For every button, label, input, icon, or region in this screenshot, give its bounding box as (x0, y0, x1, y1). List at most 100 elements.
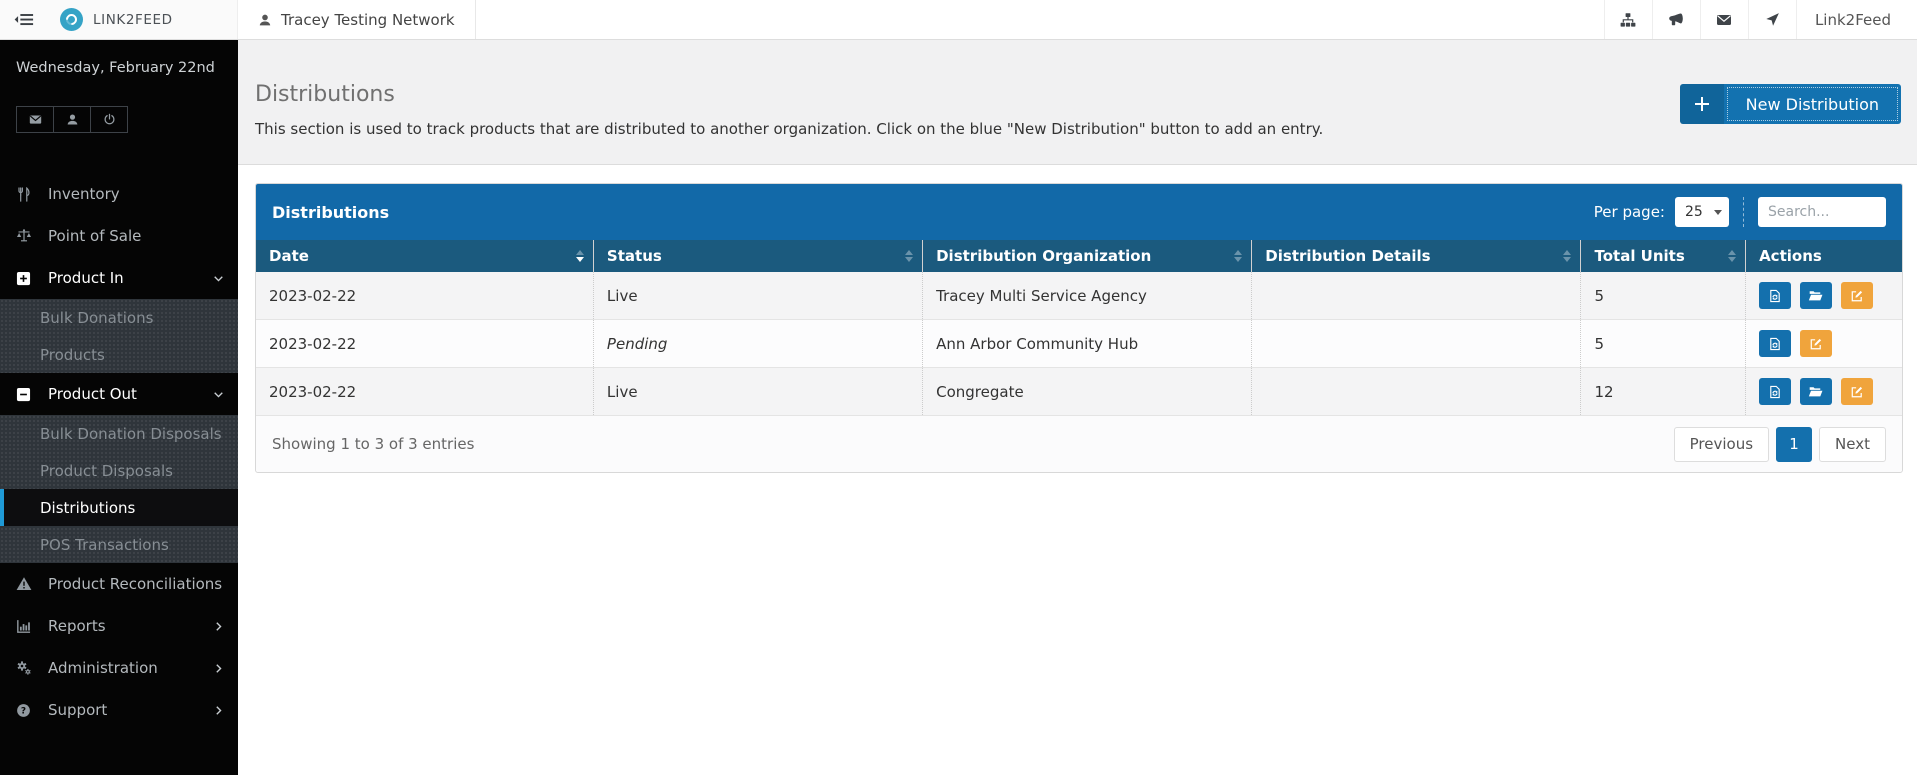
sidebar-item-label: Inventory (48, 185, 120, 203)
sidebar-item-point-of-sale[interactable]: Point of Sale (0, 215, 238, 257)
question-circle-icon: ? (16, 703, 40, 718)
gears-icon (16, 660, 40, 676)
sidebar-item-label: Product In (48, 269, 124, 287)
table-row: 2023-02-22 Pending Ann Arbor Community H… (256, 319, 1902, 368)
sidebar-item-label: Bulk Donations (40, 308, 154, 327)
logout-quick-button[interactable] (90, 106, 128, 133)
edit-icon (1850, 289, 1864, 303)
envelope-icon (1716, 12, 1732, 28)
divider (1743, 197, 1744, 227)
cutlery-icon (16, 186, 40, 202)
cell-date: 2023-02-22 (256, 319, 594, 368)
sidebar-item-support[interactable]: ? Support (0, 689, 238, 731)
showing-entries-text: Showing 1 to 3 of 3 entries (272, 435, 475, 453)
network-selector[interactable]: Tracey Testing Network (238, 0, 476, 39)
export-row-button[interactable] (1759, 330, 1792, 357)
warning-icon (16, 576, 40, 592)
search-input[interactable] (1758, 197, 1886, 227)
sidebar-item-administration[interactable]: Administration (0, 647, 238, 689)
plus-icon (1679, 84, 1724, 124)
cell-details (1251, 319, 1582, 368)
brand-name: LINK2FEED (93, 11, 173, 28)
cell-total-units: 5 (1580, 272, 1747, 320)
sidebar: Wednesday, February 22nd Inventory Point… (0, 40, 238, 775)
messages-button[interactable] (1699, 0, 1748, 39)
edit-row-button[interactable] (1799, 330, 1832, 357)
sidebar-item-product-in[interactable]: Product In (0, 257, 238, 299)
cell-date: 2023-02-22 (256, 272, 594, 320)
column-header-details[interactable]: Distribution Details (1251, 240, 1582, 272)
content-area: Distributions Per page: 25 Search... Dat… (238, 165, 1917, 473)
column-header-total-units[interactable]: Total Units (1580, 240, 1747, 272)
cell-date: 2023-02-22 (256, 367, 594, 416)
announcements-button[interactable] (1651, 0, 1700, 39)
chevron-right-icon (213, 621, 224, 632)
sidebar-item-product-out[interactable]: Product Out (0, 373, 238, 415)
folder-open-icon (1808, 384, 1823, 399)
updates-button[interactable] (1747, 0, 1796, 39)
cell-total-units: 12 (1580, 367, 1747, 416)
scale-icon (16, 228, 40, 244)
sidebar-item-product-reconciliations[interactable]: Product Reconciliations (0, 563, 238, 605)
column-header-organization[interactable]: Distribution Organization (922, 240, 1253, 272)
sidebar-item-label: Distributions (40, 498, 136, 517)
sitemap-icon (1620, 12, 1636, 28)
edit-row-button[interactable] (1840, 378, 1873, 405)
per-page-select[interactable]: 25 (1675, 197, 1729, 227)
svg-text:?: ? (21, 706, 26, 716)
sidebar-item-product-disposals[interactable]: Product Disposals (0, 452, 238, 489)
panel-footer: Showing 1 to 3 of 3 entries Previous 1 N… (256, 416, 1902, 472)
profile-quick-button[interactable] (53, 106, 91, 133)
cell-organization: Congregate (922, 367, 1253, 416)
pagination: Previous 1 Next (1673, 426, 1886, 462)
sidebar-item-inventory[interactable]: Inventory (0, 173, 238, 215)
page-title: Distributions (255, 82, 395, 107)
sidebar-item-label: Product Disposals (40, 461, 173, 480)
messages-quick-button[interactable] (16, 106, 54, 133)
sidebar-item-distributions[interactable]: Distributions (0, 489, 238, 526)
chevron-down-icon (213, 389, 224, 400)
sidebar-item-bulk-donation-disposals[interactable]: Bulk Donation Disposals (0, 415, 238, 452)
sidebar-item-products[interactable]: Products (0, 336, 238, 373)
power-icon (103, 113, 116, 126)
sitemap-button[interactable] (1603, 0, 1652, 39)
previous-page-button[interactable]: Previous (1673, 426, 1770, 462)
cell-organization: Ann Arbor Community Hub (922, 319, 1253, 368)
brand-section: LINK2FEED (0, 0, 238, 39)
export-row-button[interactable] (1759, 378, 1792, 405)
sidebar-item-reports[interactable]: Reports (0, 605, 238, 647)
edit-row-button[interactable] (1840, 282, 1873, 309)
view-row-button[interactable] (1799, 378, 1832, 405)
view-row-button[interactable] (1799, 282, 1832, 309)
file-sync-icon (1768, 337, 1782, 351)
account-menu[interactable]: Link2Feed (1795, 0, 1917, 39)
export-row-button[interactable] (1759, 282, 1792, 309)
sidebar-item-pos-transactions[interactable]: POS Transactions (0, 526, 238, 563)
new-distribution-label: New Distribution (1724, 84, 1901, 124)
sidebar-item-label: POS Transactions (40, 535, 169, 554)
sidebar-item-label: Product Reconciliations (48, 575, 223, 593)
file-sync-icon (1768, 289, 1782, 303)
per-page-label: Per page: (1593, 203, 1665, 221)
page-1-button[interactable]: 1 (1776, 426, 1813, 462)
main-content: Distributions This section is used to tr… (238, 40, 1917, 775)
chevron-down-icon (213, 273, 224, 284)
sidebar-collapse-button[interactable] (0, 13, 34, 26)
sidebar-item-label: Point of Sale (48, 227, 142, 245)
sidebar-item-label: Administration (48, 659, 158, 677)
product-out-submenu: Bulk Donation Disposals Product Disposal… (0, 415, 238, 563)
cell-status: Live (593, 367, 924, 416)
new-distribution-button[interactable]: New Distribution (1679, 84, 1901, 124)
link2feed-logo-icon (60, 8, 83, 31)
user-icon (66, 113, 79, 126)
sidebar-item-label: Product Out (48, 385, 137, 403)
page-header: Distributions This section is used to tr… (238, 40, 1917, 165)
account-label: Link2Feed (1814, 10, 1891, 29)
next-page-button[interactable]: Next (1819, 426, 1886, 462)
sort-icon (1234, 250, 1243, 262)
location-arrow-icon (1765, 12, 1780, 27)
envelope-icon (29, 113, 42, 126)
sidebar-item-bulk-donations[interactable]: Bulk Donations (0, 299, 238, 336)
column-header-status[interactable]: Status (593, 240, 924, 272)
column-header-date[interactable]: Date (256, 240, 594, 272)
